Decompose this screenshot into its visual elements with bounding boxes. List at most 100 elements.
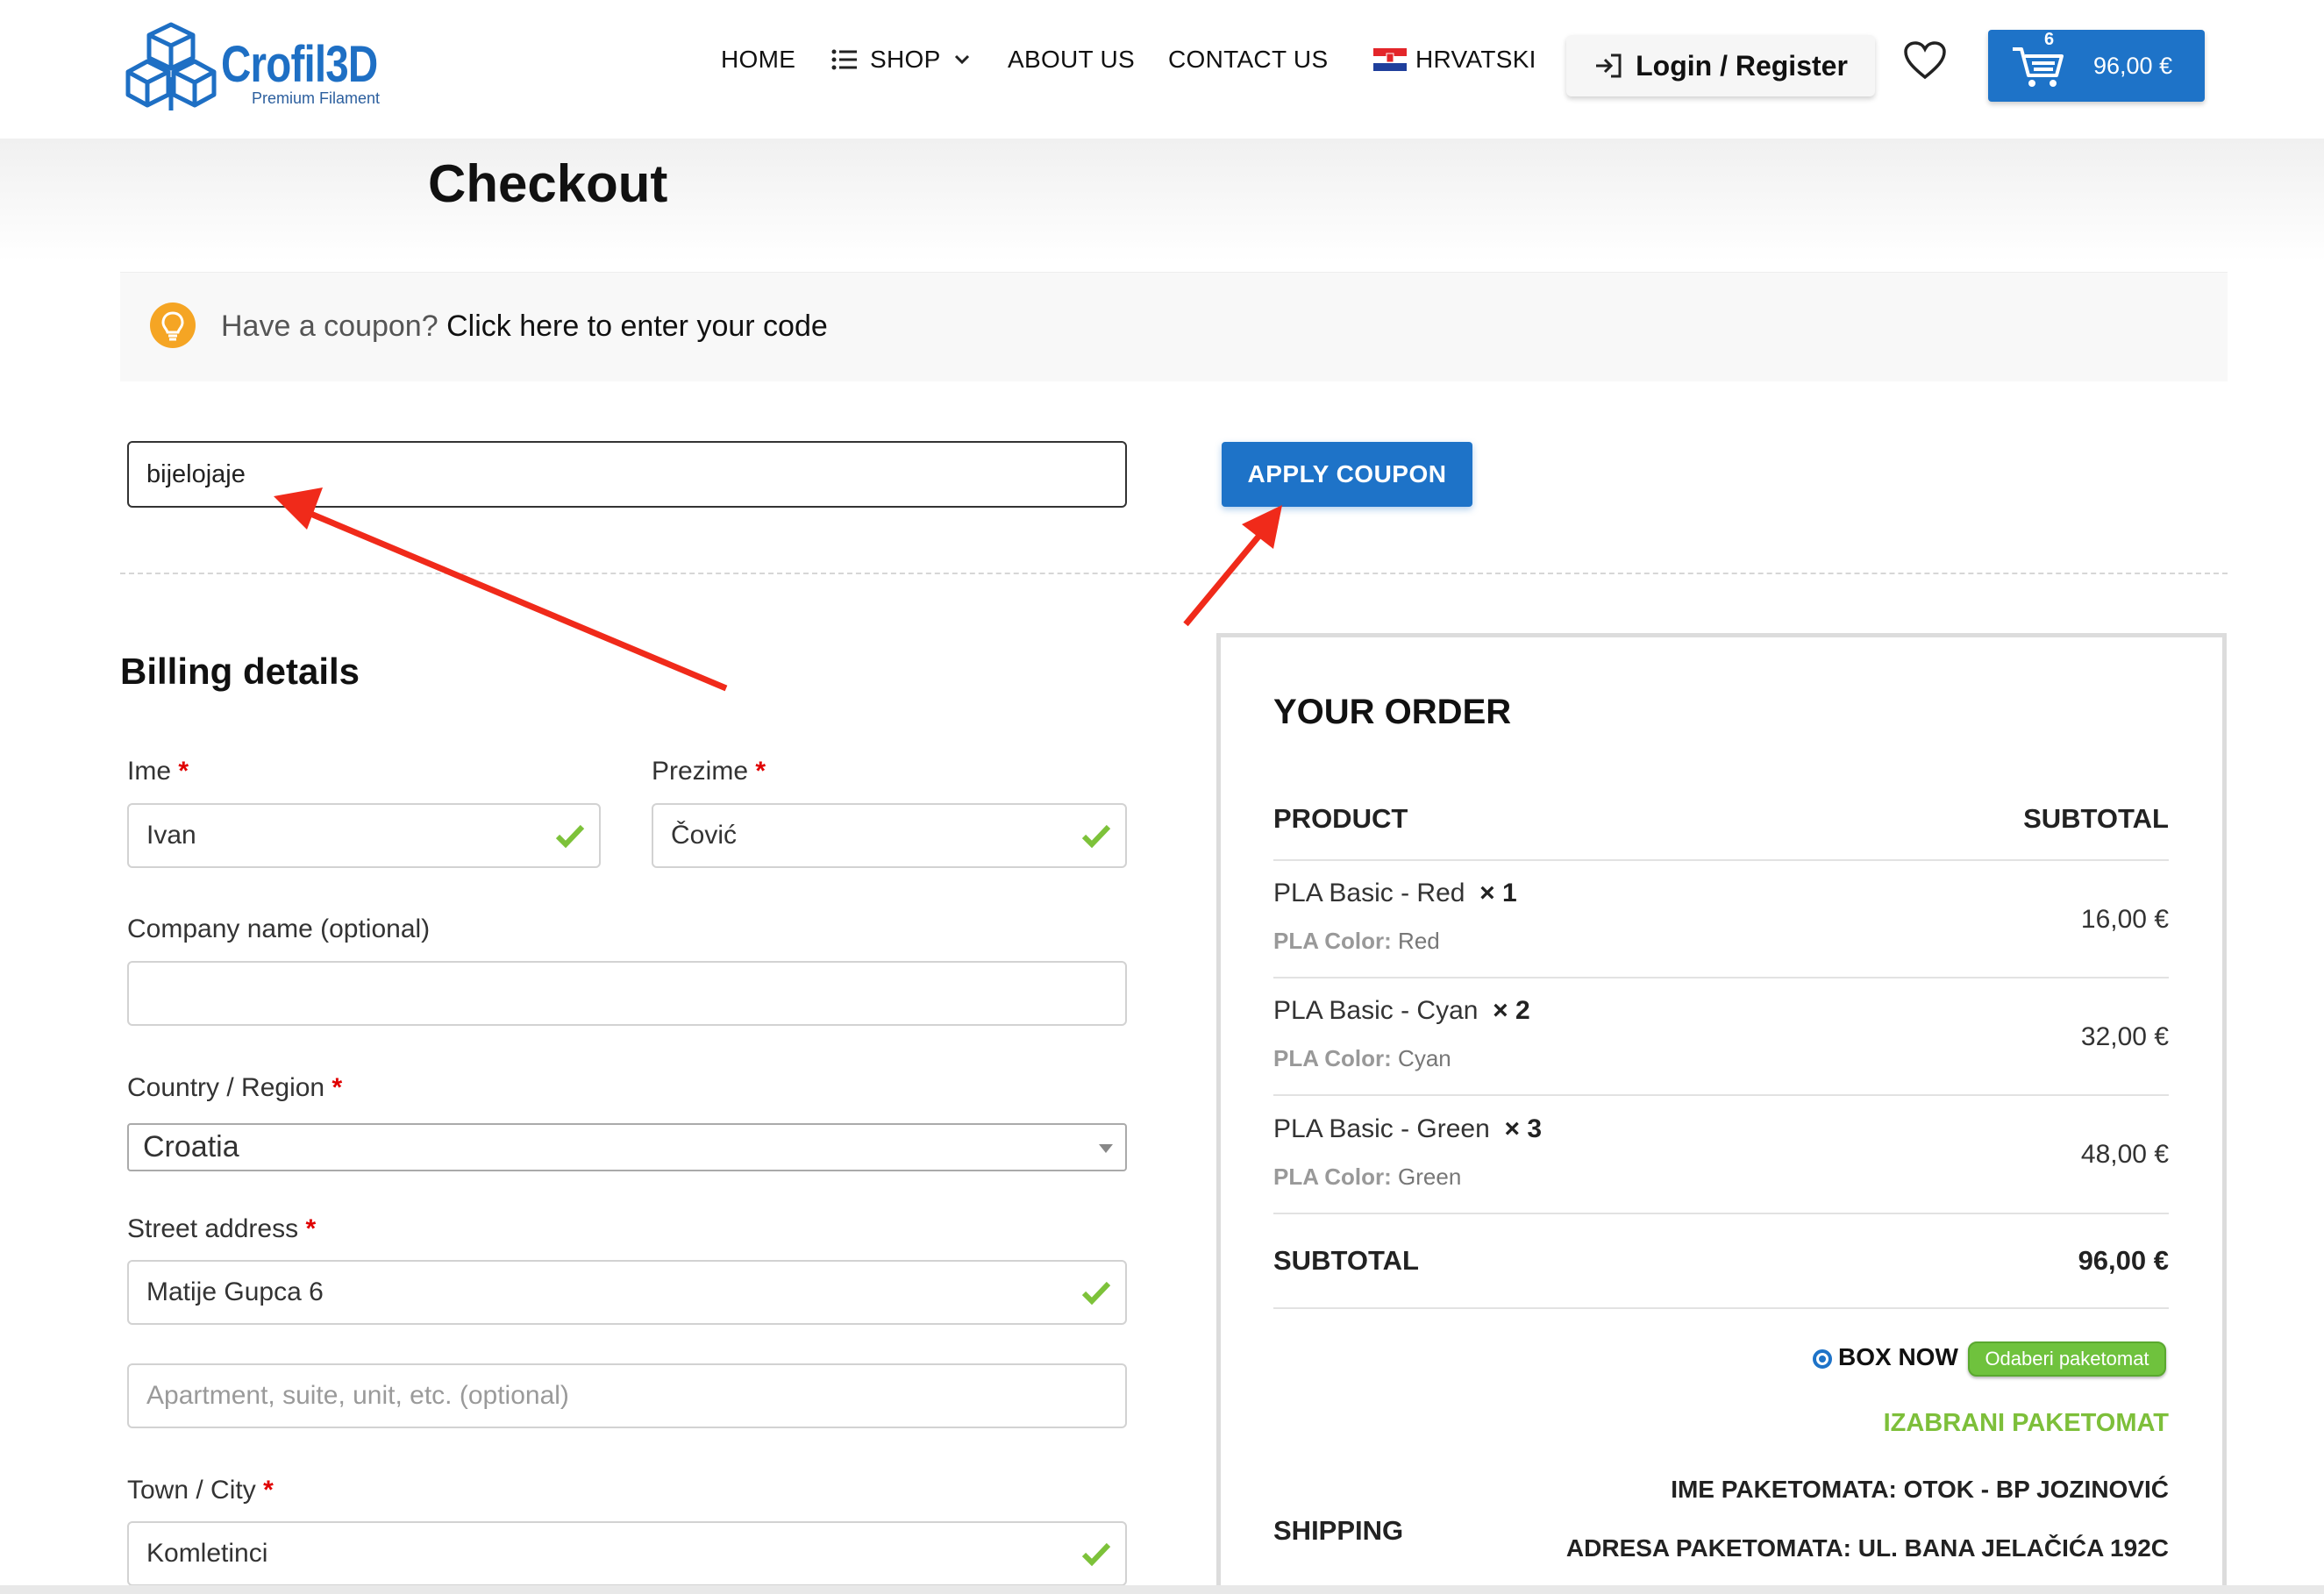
divider (1273, 1213, 2169, 1214)
country-label: Country / Region * (127, 1073, 342, 1103)
nav-language-label: HRVATSKI (1415, 46, 1536, 73)
last-name-label-text: Prezime (652, 757, 749, 786)
lightbulb-icon (150, 302, 196, 348)
city-label-text: Town / City (127, 1476, 256, 1505)
first-name-value: Ivan (146, 821, 196, 850)
checkmark-icon (555, 824, 585, 849)
checkmark-icon (1081, 1281, 1111, 1306)
city-value: Komletinci (146, 1539, 268, 1568)
item-meta-label: PLA Color: (1273, 928, 1392, 954)
order-item-price: 48,00 € (2080, 1140, 2169, 1169)
country-value: Croatia (143, 1130, 239, 1163)
item-meta-label: PLA Color: (1273, 1163, 1392, 1190)
selected-locker-heading: IZABRANI PAKETOMAT (1883, 1409, 2169, 1437)
page-title: Checkout (428, 154, 668, 213)
brand-name: Crofil3D (221, 36, 378, 93)
order-item-meta: PLA Color: Cyan (1273, 1045, 1451, 1072)
billing-title: Billing details (120, 651, 360, 692)
order-item-price: 16,00 € (2080, 905, 2169, 934)
order-summary-box (1216, 633, 2227, 1594)
street-value: Matije Gupca 6 (146, 1277, 324, 1306)
apartment-field[interactable]: Apartment, suite, unit, etc. (optional) (127, 1363, 1127, 1428)
coupon-link[interactable]: Click here to enter your code (446, 310, 828, 343)
checkmark-icon (1081, 824, 1111, 849)
page-bottom-edge (0, 1585, 2324, 1594)
item-meta-value: Cyan (1398, 1045, 1451, 1071)
nav-shop[interactable]: SHOP (831, 46, 971, 74)
company-field[interactable] (127, 961, 1127, 1026)
coupon-question: Have a coupon? (221, 310, 438, 343)
order-item-price: 32,00 € (2080, 1022, 2169, 1051)
item-qty: × 2 (1493, 996, 1530, 1025)
divider (1273, 1307, 2169, 1309)
nav-language[interactable]: HRVATSKI (1373, 46, 1536, 74)
cart-total: 96,00 € (2093, 53, 2173, 79)
nav-about[interactable]: ABOUT US (1008, 46, 1135, 74)
first-name-label: Ime * (127, 757, 189, 786)
order-item-name: PLA Basic - Green × 3 (1273, 1114, 1542, 1144)
last-name-field[interactable]: Čović (652, 803, 1127, 868)
item-meta-value: Red (1398, 928, 1440, 954)
order-title: YOUR ORDER (1273, 693, 1512, 731)
subtotal-label: SUBTOTAL (1273, 1245, 1419, 1276)
shipping-label: SHIPPING (1273, 1515, 1404, 1546)
item-title: PLA Basic - Green (1273, 1114, 1490, 1143)
chevron-down-icon (954, 54, 969, 65)
checkmark-icon (1081, 1542, 1111, 1567)
required-mark: * (263, 1476, 274, 1505)
annotation-arrow (1183, 505, 1282, 627)
brand-logo[interactable]: Crofil3D Premium Filament (125, 19, 388, 116)
login-label: Login / Register (1636, 49, 1848, 82)
item-qty: × 3 (1504, 1114, 1543, 1143)
cart-button[interactable]: 6 96,00 € (1988, 30, 2205, 102)
divider (1273, 977, 2169, 978)
required-mark: * (178, 757, 189, 786)
logo-cube-icon (125, 22, 217, 110)
country-select[interactable]: Croatia (127, 1123, 1127, 1171)
first-name-label-text: Ime (127, 757, 172, 786)
city-field[interactable]: Komletinci (127, 1521, 1127, 1586)
nav-contact[interactable]: CONTACT US (1168, 46, 1328, 74)
nav-home[interactable]: HOME (721, 46, 795, 74)
croatia-flag-icon (1373, 48, 1407, 71)
menu-list-icon (831, 49, 857, 70)
brand-tagline: Premium Filament (252, 89, 381, 107)
order-item-name: PLA Basic - Cyan × 2 (1273, 996, 1530, 1026)
item-title: PLA Basic - Cyan (1273, 996, 1479, 1025)
heart-icon[interactable] (1903, 40, 1947, 81)
select-caret-icon (1099, 1144, 1113, 1153)
locker-name: IME PAKETOMATA: OTOK - BP JOZINOVIĆ (1671, 1476, 2169, 1503)
apply-coupon-button[interactable]: APPLY COUPON (1222, 442, 1472, 507)
first-name-field[interactable]: Ivan (127, 803, 601, 868)
login-icon (1596, 53, 1622, 78)
required-mark: * (305, 1214, 317, 1243)
divider (1273, 1094, 2169, 1096)
country-label-text: Country / Region (127, 1073, 325, 1102)
subtotal-value: 96,00 € (2078, 1245, 2169, 1276)
divider (1273, 859, 2169, 861)
box-now-radio[interactable] (1813, 1349, 1832, 1369)
coupon-notice: Have a coupon? Click here to enter your … (120, 272, 2228, 381)
coupon-code-input[interactable] (127, 441, 1127, 508)
last-name-value: Čović (671, 821, 738, 850)
company-label: Company name (optional) (127, 914, 431, 943)
order-item-meta: PLA Color: Green (1273, 1163, 1461, 1191)
street-field[interactable]: Matije Gupca 6 (127, 1260, 1127, 1325)
choose-parcel-locker-button[interactable]: Odaberi paketomat (1968, 1341, 2166, 1377)
col-product: PRODUCT (1273, 803, 1408, 834)
item-meta-label: PLA Color: (1273, 1045, 1392, 1071)
site-header: Crofil3D Premium Filament HOME SHOP ABOU… (0, 0, 2324, 139)
cart-count-badge: 6 (2044, 30, 2055, 49)
order-item-name: PLA Basic - Red × 1 (1273, 879, 1517, 908)
required-mark: * (755, 757, 766, 786)
last-name-label: Prezime * (652, 757, 766, 786)
login-register-button[interactable]: Login / Register (1566, 35, 1875, 96)
divider (120, 573, 2228, 574)
order-item-meta: PLA Color: Red (1273, 928, 1440, 955)
street-label-text: Street address (127, 1214, 299, 1243)
required-mark: * (331, 1073, 343, 1102)
street-label: Street address * (127, 1214, 316, 1244)
item-meta-value: Green (1398, 1163, 1462, 1190)
locker-address: ADRESA PAKETOMATA: UL. BANA JELAČIĆA 192… (1565, 1534, 2169, 1562)
nav-shop-label: SHOP (870, 46, 941, 73)
